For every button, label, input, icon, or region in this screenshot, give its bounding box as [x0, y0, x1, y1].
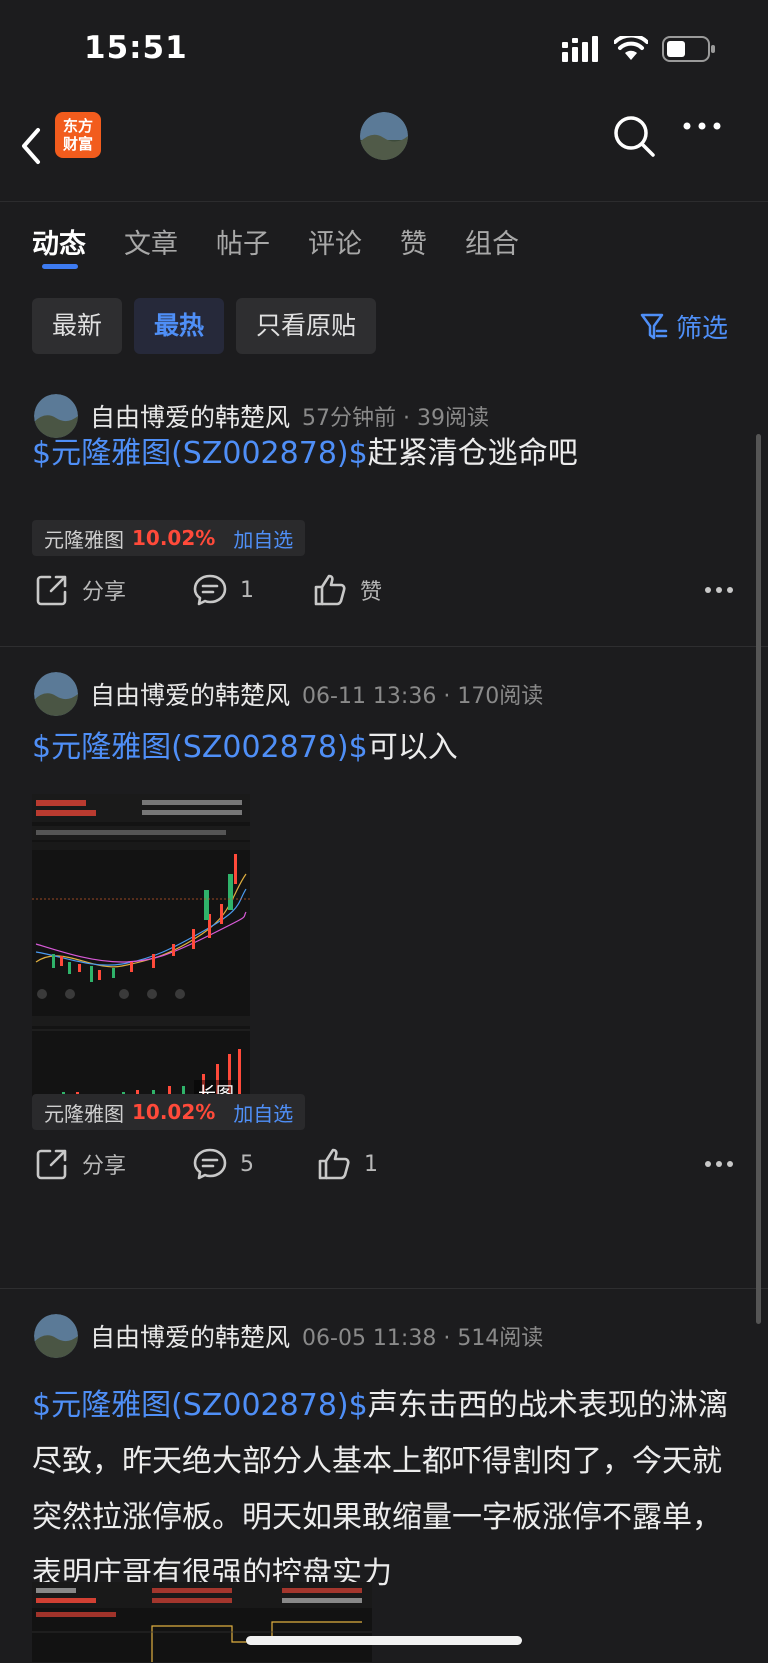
filter-latest[interactable]: 最新 [32, 298, 123, 354]
funnel-icon [640, 313, 668, 339]
stock-link[interactable]: $元隆雅图(SZ002878)$ [32, 1388, 368, 1423]
search-icon[interactable] [612, 114, 656, 158]
author-name[interactable]: 自由博爱的韩楚风 [90, 1318, 290, 1354]
thumbs-up-icon [318, 1148, 350, 1180]
tab-articles[interactable]: 文章 [124, 222, 178, 272]
stock-link[interactable]: $元隆雅图(SZ002878)$ [32, 436, 368, 471]
comment-count: 5 [240, 1151, 254, 1177]
post-divider [0, 1288, 768, 1289]
comment-count: 1 [240, 577, 254, 603]
more-icon[interactable] [704, 586, 734, 594]
post-header: 自由博爱的韩楚风 06-11 13:36 · 170阅读 [34, 672, 543, 716]
post-content: $元隆雅图(SZ002878)$声东击西的战术表现的淋漓尽致，昨天绝大部分人基本… [32, 1378, 738, 1602]
stock-link[interactable]: $元隆雅图(SZ002878)$ [32, 730, 368, 765]
profile-tabs: 动态 文章 帖子 评论 赞 组合 [32, 222, 557, 272]
home-indicator[interactable] [246, 1636, 522, 1645]
share-icon [36, 1149, 67, 1180]
add-watchlist[interactable]: 加自选 [233, 1098, 293, 1127]
eastmoney-logo[interactable]: 东方 财富 [55, 112, 101, 158]
like-count: 1 [364, 1151, 378, 1177]
thumbs-up-icon [314, 574, 346, 606]
post-divider [0, 646, 768, 647]
comment-icon [193, 574, 227, 606]
stock-name: 元隆雅图 [44, 1101, 124, 1126]
share-button[interactable]: 分享 [34, 572, 126, 608]
battery-icon [662, 36, 715, 62]
comment-button[interactable]: 1 [192, 572, 254, 608]
author-name[interactable]: 自由博爱的韩楚风 [90, 398, 290, 434]
scrollbar[interactable] [756, 434, 761, 1324]
status-icons [562, 36, 716, 62]
filter-button[interactable]: 筛选 [640, 308, 728, 345]
tab-comments[interactable]: 评论 [308, 222, 362, 272]
tab-portfolio[interactable]: 组合 [465, 222, 519, 272]
post-meta: 57分钟前 · 39阅读 [302, 406, 489, 431]
add-watchlist[interactable]: 加自选 [233, 524, 293, 553]
tab-dynamics[interactable]: 动态 [32, 222, 86, 272]
like-button[interactable]: 赞 [312, 572, 382, 608]
tab-likes[interactable]: 赞 [400, 222, 427, 272]
status-bar: 15:51 [0, 0, 768, 100]
tab-posts[interactable]: 帖子 [216, 222, 270, 272]
post-image[interactable] [32, 1582, 372, 1662]
share-label: 分享 [82, 1154, 127, 1179]
share-label: 分享 [82, 580, 127, 605]
filter-hot[interactable]: 最热 [134, 298, 225, 354]
stock-tag[interactable]: 元隆雅图 10.02% 加自选 [32, 1094, 306, 1130]
author-avatar[interactable] [34, 672, 78, 716]
post-body: 可以入 [367, 730, 458, 765]
stock-change: 10.02% [132, 526, 216, 550]
stock-name: 元隆雅图 [44, 527, 124, 552]
filter-label: 筛选 [676, 314, 729, 344]
share-button[interactable]: 分享 [34, 1146, 126, 1182]
post-header: 自由博爱的韩楚风 06-05 11:38 · 514阅读 [34, 1314, 543, 1358]
post-meta: 06-05 11:38 · 514阅读 [302, 1326, 544, 1351]
author-avatar[interactable] [34, 1314, 78, 1358]
comment-icon [193, 1148, 227, 1180]
stock-chart-image [32, 794, 250, 1114]
user-avatar[interactable] [360, 112, 408, 160]
sort-filters: 最新 最热 只看原贴 [32, 298, 377, 354]
post-content: $元隆雅图(SZ002878)$赶紧清仓逃命吧 [32, 434, 742, 474]
signal-icon [562, 36, 598, 62]
more-icon[interactable] [682, 120, 722, 132]
stock-change: 10.02% [132, 1100, 216, 1124]
like-button[interactable]: 1 [316, 1146, 378, 1182]
post-header: 自由博爱的韩楚风 57分钟前 · 39阅读 [34, 394, 489, 438]
post-content: $元隆雅图(SZ002878)$可以入 [32, 728, 742, 768]
top-nav: 东方 财富 [0, 100, 768, 202]
like-label: 赞 [360, 580, 383, 605]
post-actions: 分享 5 1 [34, 1146, 734, 1186]
post-image[interactable]: 长图 [32, 794, 250, 1114]
logo-line2: 财富 [62, 135, 93, 153]
comment-button[interactable]: 5 [192, 1146, 254, 1182]
stock-tag[interactable]: 元隆雅图 10.02% 加自选 [32, 520, 306, 556]
back-arrow-icon[interactable] [18, 118, 44, 174]
stock-chart-image [32, 1582, 372, 1662]
wifi-icon [614, 36, 648, 60]
logo-line1: 东方 [62, 117, 93, 135]
filter-original-only[interactable]: 只看原贴 [236, 298, 377, 354]
more-icon[interactable] [704, 1160, 734, 1168]
post-meta: 06-11 13:36 · 170阅读 [302, 684, 544, 709]
share-icon [36, 575, 67, 606]
status-time: 15:51 [84, 30, 188, 66]
post-body: 赶紧清仓逃命吧 [367, 436, 578, 471]
tab-underline [42, 264, 78, 269]
author-avatar[interactable] [34, 394, 78, 438]
author-name[interactable]: 自由博爱的韩楚风 [90, 676, 290, 712]
post-actions: 分享 1 赞 [34, 572, 734, 612]
